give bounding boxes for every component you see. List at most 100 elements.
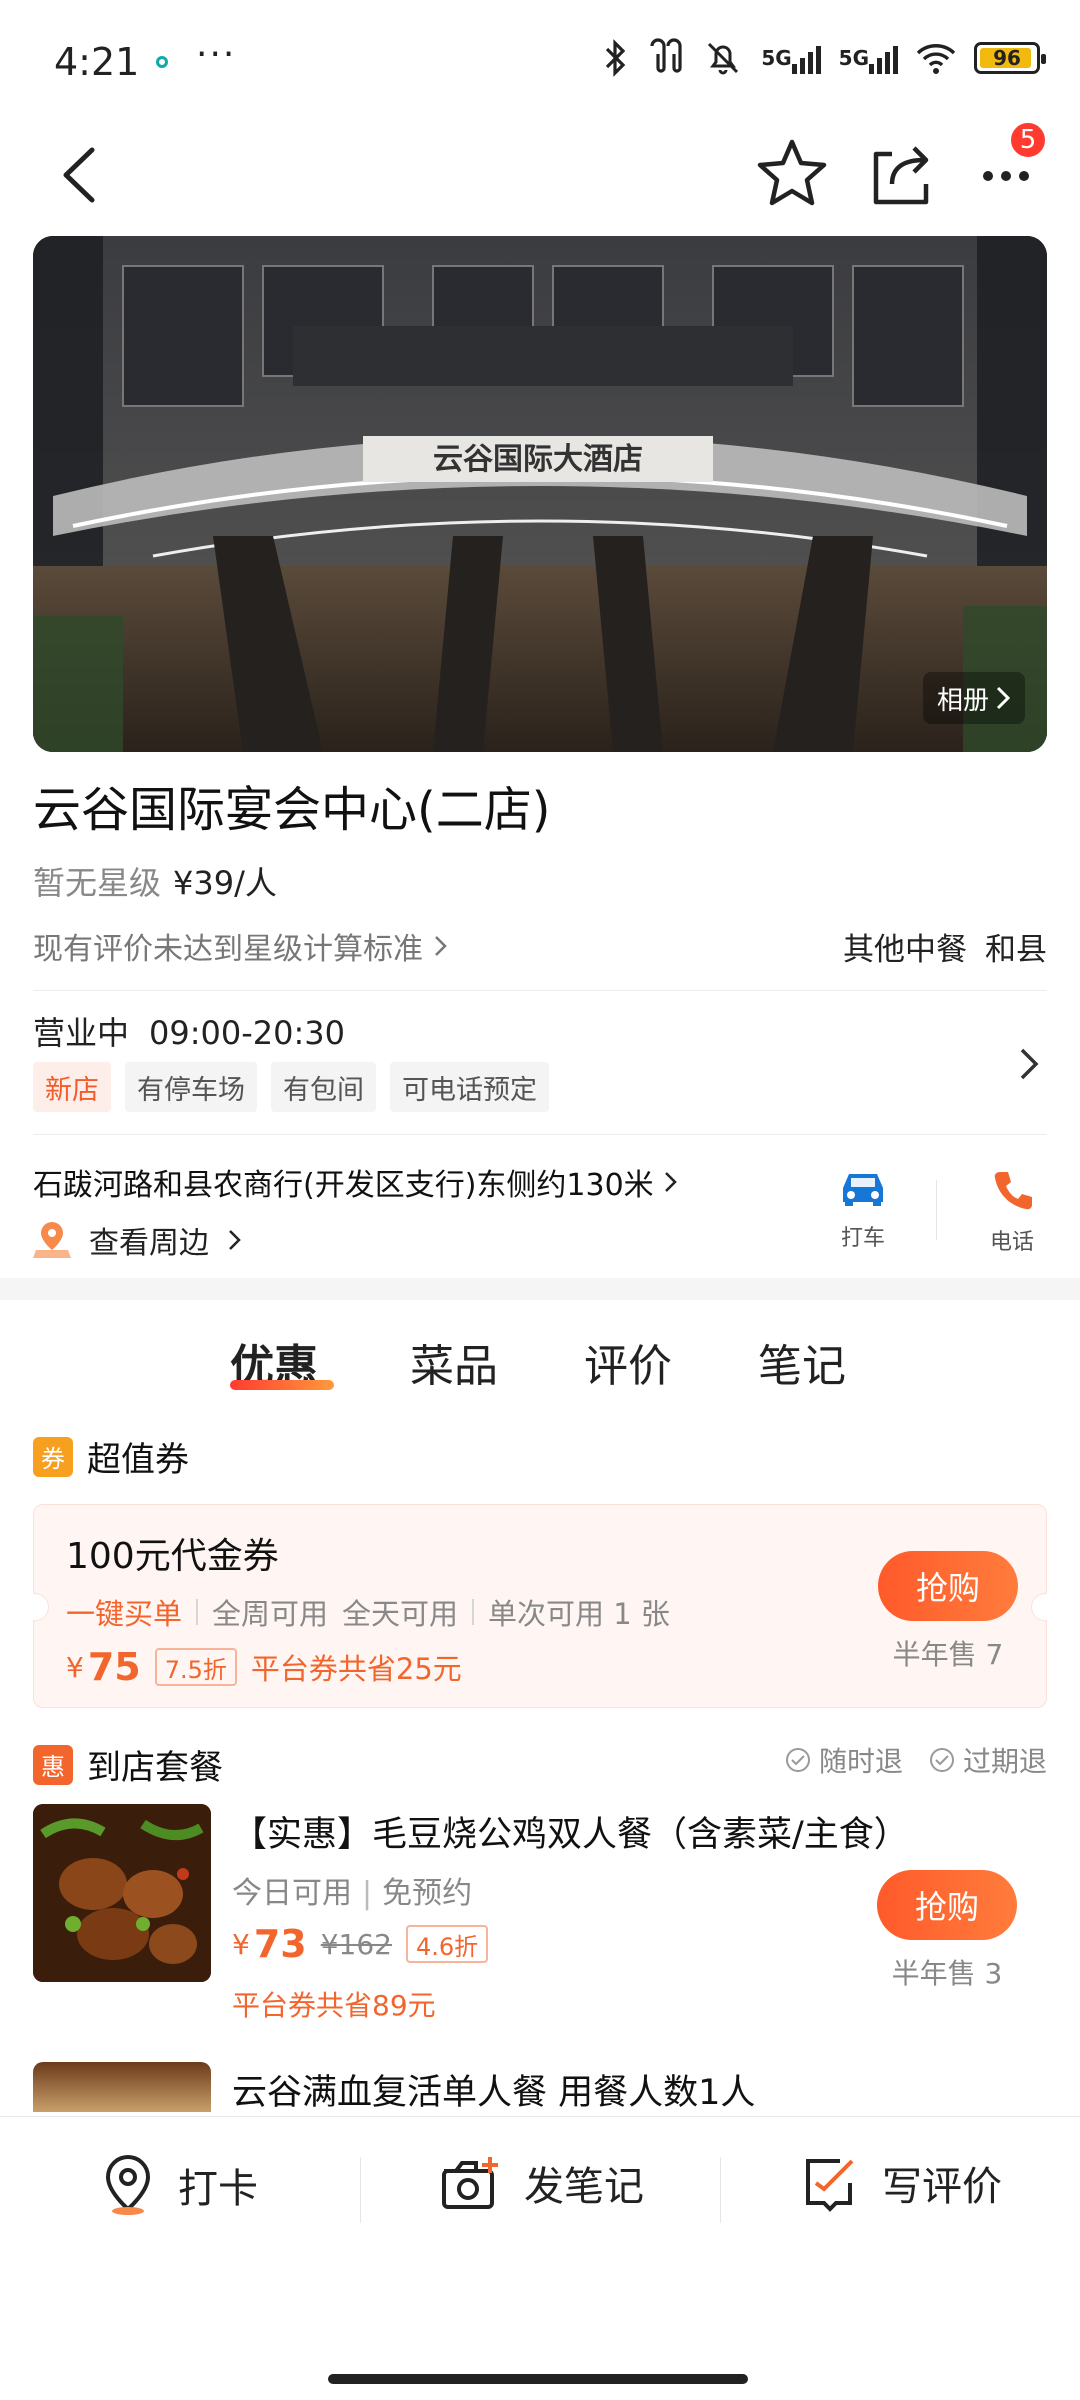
check-circle-icon <box>785 1748 810 1772</box>
ticket-notch <box>1031 1593 1047 1621</box>
section-gap <box>0 1278 1080 1300</box>
voucher-discount: 7.5折 <box>154 1648 237 1686</box>
write-review-label: 写评价 <box>882 2164 1002 2210</box>
refund-anytime-label: 随时退 <box>818 1745 903 1778</box>
nearby-link[interactable]: 查看周边 <box>33 1218 243 1262</box>
content-tabs: 优惠 菜品 评价 笔记 <box>0 1300 1080 1420</box>
tag-private-room: 有包间 <box>271 1062 376 1112</box>
phone-icon <box>994 1172 1032 1210</box>
store-name: 云谷国际宴会中心(二店) <box>33 782 551 838</box>
location-pin-icon <box>105 2154 151 2215</box>
voucher-price-row: ¥ 75 7.5折 平台券共省25元 <box>66 1645 462 1689</box>
business-hours: 营业中 09:00-20:30 <box>33 1008 345 1054</box>
deal-image[interactable] <box>33 1804 211 1982</box>
ticket-notch <box>33 1593 49 1621</box>
write-review-button[interactable]: 写评价 <box>800 2153 1002 2213</box>
package-header: 惠 到店套餐 <box>33 1740 223 1789</box>
refund-expired: 过期退 <box>929 1740 1047 1780</box>
status-time: 4:21 <box>54 40 140 84</box>
coupons-header: 券 超值券 <box>33 1432 189 1481</box>
earbuds-icon <box>647 38 685 78</box>
voucher-usage-day: 全天可用 <box>342 1597 459 1631</box>
hours-detail-chevron-icon[interactable] <box>1016 1046 1044 1082</box>
currency-symbol: ¥ <box>66 1650 84 1684</box>
deal-title[interactable]: 【实惠】毛豆烧公鸡双人餐（含素菜/主食） <box>232 1806 909 1857</box>
refund-policy: 随时退 过期退 <box>785 1740 1047 1780</box>
status-bar: 4:21 ··· 5G 5G 96 <box>0 0 1080 120</box>
back-arrow-icon <box>63 147 95 203</box>
battery-level: 96 <box>993 46 1021 70</box>
deal-price: 73 <box>253 1922 307 1966</box>
store-tags: 新店 有停车场 有包间 可电话预定 <box>33 1062 549 1112</box>
deal-original-price: ¥162 <box>320 1927 392 1961</box>
voucher-buy-button[interactable]: 抢购 <box>878 1551 1018 1621</box>
chicken-dish-photo <box>33 1804 211 1982</box>
action-divider <box>936 1180 937 1240</box>
share-button[interactable] <box>862 132 942 212</box>
post-note-button[interactable]: 发笔记 <box>438 2153 644 2213</box>
tag-phone-booking: 可电话预定 <box>390 1062 549 1112</box>
voucher-sold-count: 半年售 7 <box>892 1638 1004 1671</box>
bottom-action-bar: 打卡 发笔记 写评价 <box>0 2116 1080 2400</box>
voucher-feature: 一键买单 <box>66 1597 183 1631</box>
signal-2-icon: 5G <box>839 38 898 78</box>
voucher-title: 100元代金券 <box>66 1536 279 1577</box>
battery-icon: 96 <box>974 42 1046 74</box>
rating-note-link[interactable]: 现有评价未达到星级计算标准 <box>33 924 449 968</box>
favorite-button[interactable] <box>752 132 832 212</box>
open-status: 营业中 <box>33 1014 130 1052</box>
nav-bar: 5 <box>0 120 1080 230</box>
address-text: 石跋河路和县农商行(开发区支行)东侧约130米 <box>33 1168 654 1203</box>
deal-available-today: 今日可用 <box>232 1876 352 1911</box>
deal-sold-count: 半年售 3 <box>891 1957 1003 1990</box>
bottom-divider <box>360 2157 361 2223</box>
back-button[interactable] <box>44 130 114 220</box>
rating-row: 暂无星级 ¥39/人 <box>33 858 277 904</box>
checkin-label: 打卡 <box>178 2166 258 2212</box>
store-photo[interactable]: 云谷国际大酒店 相册 <box>33 236 1047 752</box>
mute-icon <box>703 38 743 78</box>
currency-symbol: ¥ <box>232 1927 250 1961</box>
voucher-saving: 平台券共省25元 <box>250 1652 462 1686</box>
album-label: 相册 <box>936 685 989 716</box>
check-circle-icon <box>929 1748 954 1772</box>
deal-discount: 4.6折 <box>405 1925 489 1963</box>
album-button[interactable]: 相册 <box>922 672 1025 724</box>
notification-icon <box>156 56 168 68</box>
voucher-card[interactable]: 100元代金券 一键买单 全周可用 全天可用 单次可用 1 张 ¥ 75 7.5… <box>33 1504 1047 1708</box>
checkin-button[interactable]: 打卡 <box>100 2153 258 2217</box>
rating-note-text: 现有评价未达到星级计算标准 <box>33 932 423 967</box>
chevron-right-icon <box>665 1172 677 1192</box>
edit-review-icon <box>806 2159 854 2212</box>
chevron-right-icon <box>434 936 447 956</box>
bluetooth-icon <box>603 38 629 78</box>
address-link[interactable]: 石跋河路和县农商行(开发区支行)东侧约130米 <box>33 1160 679 1204</box>
hotel-facade-image: 云谷国际大酒店 <box>33 236 1047 752</box>
tab-notes[interactable]: 笔记 <box>758 1330 846 1394</box>
home-indicator[interactable] <box>328 2374 748 2384</box>
network-type-2: 5G <box>838 46 869 70</box>
chevron-right-icon <box>229 1230 241 1250</box>
deal-image[interactable] <box>33 2062 211 2112</box>
deal-badge-icon: 惠 <box>33 1744 73 1785</box>
nearby-location-icon <box>33 1222 71 1258</box>
refund-expired-label: 过期退 <box>962 1745 1047 1778</box>
phone-label: 电话 <box>989 1230 1034 1255</box>
chevron-right-icon <box>996 686 1011 710</box>
hours-time: 09:00-20:30 <box>149 1014 345 1052</box>
deal-title[interactable]: 云谷满血复活单人餐 用餐人数1人 <box>232 2064 755 2115</box>
voucher-limit: 单次可用 1 张 <box>488 1597 670 1631</box>
taxi-button[interactable]: 打车 <box>813 1168 913 1252</box>
voucher-price: 75 <box>87 1645 141 1689</box>
category-area: 其他中餐 和县 <box>843 924 1047 969</box>
taxi-label: 打车 <box>840 1226 885 1251</box>
tab-dishes[interactable]: 菜品 <box>410 1330 498 1394</box>
avg-price: ¥39/人 <box>173 864 277 902</box>
tab-reviews[interactable]: 评价 <box>584 1330 672 1394</box>
phone-button[interactable]: 电话 <box>962 1168 1062 1256</box>
deal-price-row: ¥ 73 ¥162 4.6折 <box>232 1922 489 1966</box>
network-type-1: 5G <box>761 46 792 70</box>
tag-new-store: 新店 <box>33 1062 111 1112</box>
deal-buy-button[interactable]: 抢购 <box>877 1870 1017 1940</box>
camera-plus-icon <box>442 2157 498 2209</box>
